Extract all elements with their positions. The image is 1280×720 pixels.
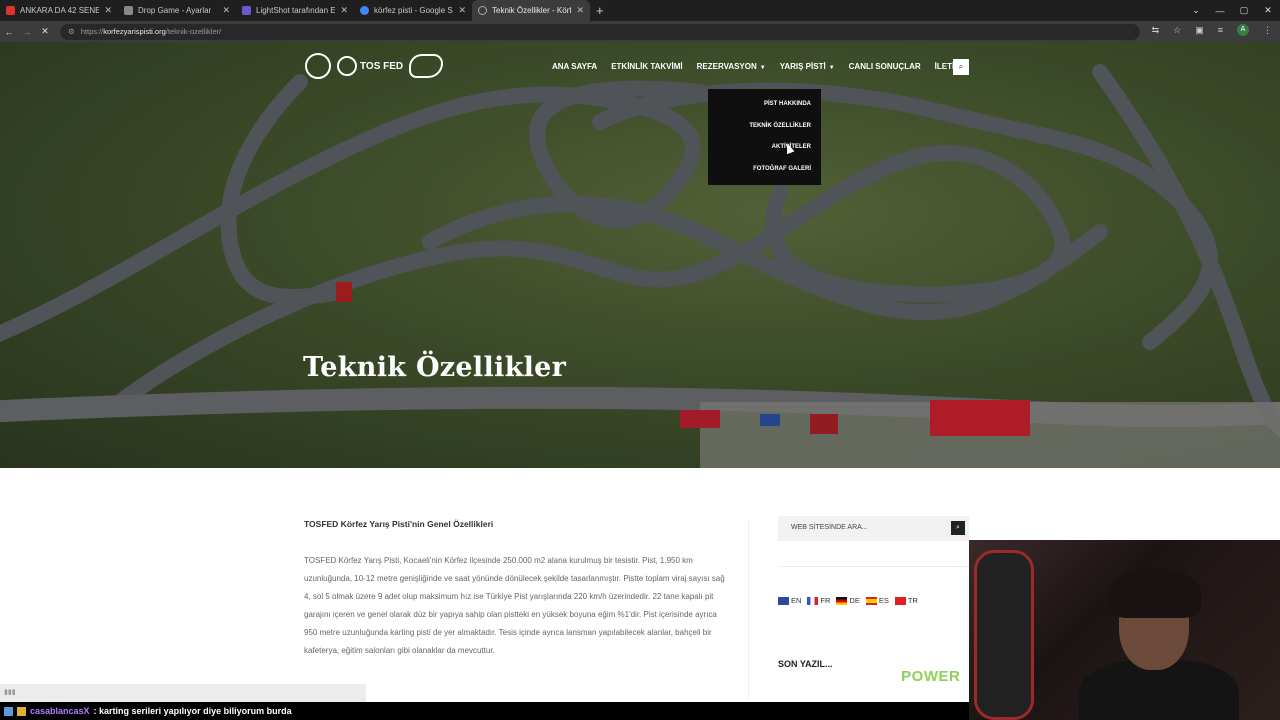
tab-search-icon[interactable]: ⌄ [1184,5,1208,16]
race-track-aerial-image [0,42,1280,468]
lang-de[interactable]: DE [836,596,860,605]
hero-banner: TOS FED ANA SAYFA ETKİNLİK TAKVİMİ REZER… [0,42,1280,468]
tab-title: ANKARA DA 42 SENEDİR ...#yı [20,6,100,15]
browser-tab[interactable]: ANKARA DA 42 SENEDİR ...#yı ✕ [0,0,118,21]
tab-title: Teknik Özellikler - Körfez Yarış [492,6,572,15]
back-icon[interactable]: ← [0,27,18,37]
gaming-chair [974,550,1034,720]
menu-item-about-track[interactable]: PİST HAKKINDA [708,99,821,121]
korfez-track-logo-icon [409,54,444,78]
nav-live-results[interactable]: CANLI SONUÇLAR [849,62,921,71]
address-toolbar: ← → ✕ ⚙ https://korfezyarispisti.org/tek… [0,21,1280,42]
language-switcher: EN FR DE ES TR [778,596,918,605]
stop-loading-icon[interactable]: ✕ [36,26,54,37]
ministry-seal-icon [305,53,331,79]
nav-home[interactable]: ANA SAYFA [552,62,597,71]
search-icon[interactable]: ⌕ [953,59,969,75]
browser-tab[interactable]: Drop Game - Ayarlar ✕ [118,0,236,21]
recent-posts-title: SON YAZIL... [778,659,833,669]
streamer-hair [1109,568,1201,618]
overlay-strip: ▮▮▮ [0,684,366,702]
google-icon [360,6,369,15]
nav-race-track[interactable]: YARIŞ PİSTİ ▼ [780,62,835,71]
column-divider [748,520,749,700]
extensions-icon[interactable]: ▣ [1195,25,1204,36]
section-heading: TOSFED Körfez Yarış Pisti'nin Genel Özel… [304,519,494,529]
tosfed-logo: TOS FED [337,56,403,76]
menu-item-activities[interactable]: AKTİVİTELER [708,142,821,164]
chat-message: : karting serileri yapılıyor diye biliyo… [93,706,292,716]
browser-tab-strip: ANKARA DA 42 SENEDİR ...#yı ✕ Drop Game … [0,0,1280,21]
close-icon[interactable]: ✕ [576,5,584,16]
browser-tab[interactable]: körfez pisti - Google Search ✕ [354,0,472,21]
menu-item-technical-specs[interactable]: TEKNİK ÖZELLİKLER [708,121,821,143]
page-icon [124,6,133,15]
webcam-overlay [969,540,1280,720]
lang-en[interactable]: EN [778,596,801,605]
close-icon[interactable]: ✕ [458,5,466,16]
race-track-dropdown-menu: PİST HAKKINDA TEKNİK ÖZELLİKLER AKTİVİTE… [708,89,821,185]
forward-icon[interactable]: → [18,27,36,37]
menu-item-photo-gallery[interactable]: FOTOĞRAF GALERİ [708,164,821,186]
feather-icon [242,6,251,15]
maximize-button[interactable]: ▢ [1232,5,1256,16]
new-tab-button[interactable]: + [596,3,604,18]
nav-reservation[interactable]: REZERVASYON ▼ [697,62,766,71]
site-logo[interactable]: TOS FED [305,53,444,79]
page-title: Teknik Özellikler [303,352,567,383]
france-flag-icon [807,596,819,605]
uk-flag-icon [778,596,789,605]
tab-title: körfez pisti - Google Search [374,6,453,15]
chat-message-bar: casablancasX : karting serileri yapılıyo… [0,702,969,720]
bookmark-star-icon[interactable]: ☆ [1173,25,1181,36]
browser-tab[interactable]: LightShot tarafından Ekran Gö ✕ [236,0,354,21]
chevron-down-icon: ▼ [828,65,835,71]
youtube-icon [6,6,15,15]
germany-flag-icon [836,596,848,605]
turkey-flag-icon [894,596,906,605]
badge-icon [17,706,26,716]
minimize-button[interactable]: — [1208,6,1232,16]
lang-es[interactable]: ES [865,596,889,605]
chevron-down-icon: ▼ [759,65,766,71]
tab-title: Drop Game - Ayarlar [138,6,212,15]
nav-event-calendar[interactable]: ETKİNLİK TAKVİMİ [611,62,682,71]
lang-fr[interactable]: FR [807,596,830,605]
search-icon[interactable]: ⌕ [951,521,965,535]
close-icon[interactable]: ✕ [222,5,230,16]
browser-tab-active[interactable]: Teknik Özellikler - Körfez Yarış ✕ [472,0,590,21]
sidebar-search-input[interactable]: WEB SİTESİNDE ARA... ⌕ [778,516,969,541]
window-controls: ⌄ — ▢ ✕ [1184,0,1280,21]
loading-icon [478,6,487,15]
url-text: https://korfezyarispisti.org/teknik-ozel… [80,27,222,36]
tab-title: LightShot tarafından Ekran Gö [256,6,336,15]
section-body-text: TOSFED Körfez Yarış Pisti, Kocaeli'nin K… [304,556,725,655]
chat-username: casablancasX [30,706,90,716]
overlay-label: ▮▮▮ [4,689,16,696]
menu-icon[interactable]: ⋮ [1263,25,1272,36]
badge-icon [4,706,13,716]
spain-flag-icon [865,596,877,605]
main-navigation: ANA SAYFA ETKİNLİK TAKVİMİ REZERVASYON ▼ … [552,62,968,71]
divider [778,566,969,567]
close-window-button[interactable]: ✕ [1256,5,1280,16]
close-icon[interactable]: ✕ [104,5,112,16]
site-info-icon[interactable]: ⚙ [68,27,75,36]
toolbar-actions: ⇆ ☆ ▣ ≡ A ⋮ [1152,24,1272,36]
url-field[interactable]: ⚙ https://korfezyarispisti.org/teknik-oz… [60,23,1140,40]
close-icon[interactable]: ✕ [340,5,348,16]
profile-avatar[interactable]: A [1237,24,1249,36]
sponsor-watermark: GANDPOWER [855,668,961,685]
search-placeholder: WEB SİTESİNDE ARA... [791,524,868,531]
downloads-icon[interactable]: ≡ [1218,25,1223,35]
translate-icon[interactable]: ⇆ [1152,25,1160,36]
lang-tr[interactable]: TR [894,596,918,605]
